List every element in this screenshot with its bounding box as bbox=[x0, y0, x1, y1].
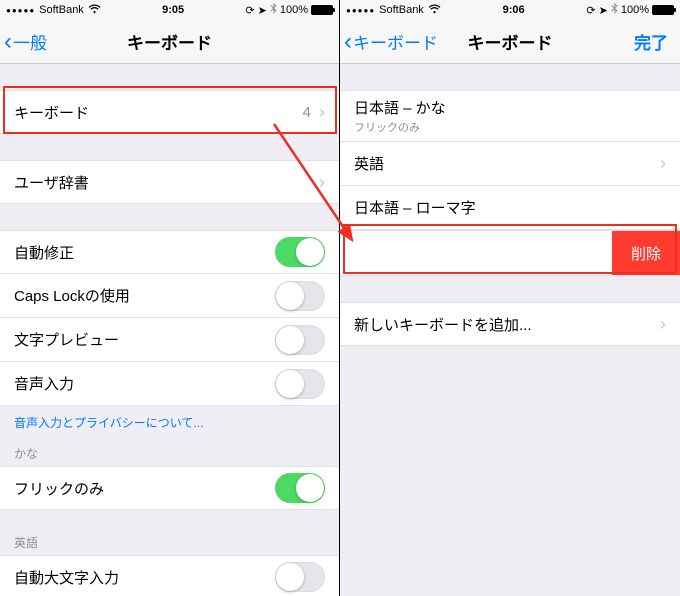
section-header-kana: かな bbox=[0, 439, 339, 466]
bluetooth-icon bbox=[270, 3, 277, 17]
row-label: 新しいキーボードを追加... bbox=[354, 314, 660, 335]
row-add-keyboard[interactable]: 新しいキーボードを追加... › bbox=[340, 302, 680, 346]
voice-privacy-link[interactable]: 音声入力とプライバシーについて... bbox=[0, 406, 339, 439]
wifi-icon bbox=[428, 4, 441, 17]
battery-icon bbox=[311, 5, 333, 15]
row-label: 自動大文字入力 bbox=[14, 567, 275, 588]
wifi-icon bbox=[88, 4, 101, 17]
row-value: 4 bbox=[303, 104, 311, 121]
rotation-lock-icon: ⟳ bbox=[586, 4, 595, 17]
status-bar: ●●●●● SoftBank 9:05 ⟳ ➤ 100% bbox=[0, 0, 339, 20]
signal-dots-icon: ●●●●● bbox=[346, 6, 375, 15]
chevron-right-icon: › bbox=[660, 314, 666, 335]
toggle-caps-lock[interactable] bbox=[275, 281, 325, 311]
nav-back-button[interactable]: ‹ 一般 bbox=[4, 29, 47, 54]
battery-percent: 100% bbox=[280, 4, 308, 16]
swiped-row[interactable]: 削除 bbox=[340, 230, 680, 276]
row-label: ユーザ辞書 bbox=[14, 172, 319, 193]
toggle-auto-caps[interactable] bbox=[275, 562, 325, 592]
status-time: 9:05 bbox=[162, 4, 184, 16]
row-label: Caps Lockの使用 bbox=[14, 285, 275, 306]
row-japanese-romaji[interactable]: 日本語 – ローマ字 bbox=[340, 186, 680, 230]
left-screen: ●●●●● SoftBank 9:05 ⟳ ➤ 100% ‹ 一般 bbox=[0, 0, 340, 596]
row-caps-lock[interactable]: Caps Lockの使用 bbox=[0, 274, 339, 318]
toggle-preview[interactable] bbox=[275, 325, 325, 355]
chevron-right-icon: › bbox=[660, 153, 666, 174]
nav-back-button[interactable]: ‹ キーボード bbox=[344, 29, 438, 54]
nav-bar: ‹ 一般 キーボード bbox=[0, 20, 339, 64]
signal-dots-icon: ●●●●● bbox=[6, 6, 35, 15]
row-label: 日本語 – かな bbox=[354, 97, 446, 118]
toggle-voice-input[interactable] bbox=[275, 369, 325, 399]
location-icon: ➤ bbox=[258, 4, 267, 17]
battery-percent: 100% bbox=[621, 4, 649, 16]
nav-bar: ‹ キーボード キーボード 完了 bbox=[340, 20, 680, 64]
status-bar: ●●●●● SoftBank 9:06 ⟳ ➤ 100% bbox=[340, 0, 680, 20]
location-icon: ➤ bbox=[599, 4, 608, 17]
row-label: フリックのみ bbox=[14, 478, 275, 499]
carrier-label: SoftBank bbox=[39, 4, 84, 16]
row-label: 日本語 – ローマ字 bbox=[354, 197, 666, 218]
nav-done-button[interactable]: 完了 bbox=[634, 29, 668, 54]
row-keyboards[interactable]: キーボード 4 › bbox=[0, 90, 339, 134]
row-voice-input[interactable]: 音声入力 bbox=[0, 362, 339, 406]
rotation-lock-icon: ⟳ bbox=[245, 4, 254, 17]
chevron-left-icon: ‹ bbox=[4, 30, 12, 54]
row-label: 音声入力 bbox=[14, 373, 275, 394]
nav-back-label: キーボード bbox=[353, 29, 438, 54]
delete-button[interactable]: 削除 bbox=[612, 231, 680, 275]
battery-icon bbox=[652, 5, 674, 15]
row-english[interactable]: 英語 › bbox=[340, 142, 680, 186]
toggle-flick-only[interactable] bbox=[275, 473, 325, 503]
row-label: 文字プレビュー bbox=[14, 329, 275, 350]
right-screen: ●●●●● SoftBank 9:06 ⟳ ➤ 100% ‹ キーボード bbox=[340, 0, 680, 596]
nav-title: キーボード bbox=[468, 29, 553, 54]
chevron-left-icon: ‹ bbox=[344, 30, 352, 54]
row-label: 英語 bbox=[354, 153, 660, 174]
row-label: 自動修正 bbox=[14, 242, 275, 263]
toggle-auto-correct[interactable] bbox=[275, 237, 325, 267]
row-auto-caps[interactable]: 自動大文字入力 bbox=[0, 555, 339, 596]
bluetooth-icon bbox=[611, 3, 618, 17]
row-user-dictionary[interactable]: ユーザ辞書 › bbox=[0, 160, 339, 204]
row-auto-correct[interactable]: 自動修正 bbox=[0, 230, 339, 274]
section-header-english: 英語 bbox=[0, 528, 339, 555]
chevron-right-icon: › bbox=[319, 172, 325, 193]
status-time: 9:06 bbox=[503, 4, 525, 16]
nav-back-label: 一般 bbox=[13, 29, 47, 54]
carrier-label: SoftBank bbox=[379, 4, 424, 16]
row-character-preview[interactable]: 文字プレビュー bbox=[0, 318, 339, 362]
row-japanese-kana[interactable]: 日本語 – かな フリックのみ bbox=[340, 90, 680, 142]
row-label: キーボード bbox=[14, 102, 303, 123]
row-flick-only[interactable]: フリックのみ bbox=[0, 466, 339, 510]
row-sublabel: フリックのみ bbox=[354, 119, 420, 135]
chevron-right-icon: › bbox=[319, 102, 325, 123]
nav-title: キーボード bbox=[127, 29, 212, 54]
